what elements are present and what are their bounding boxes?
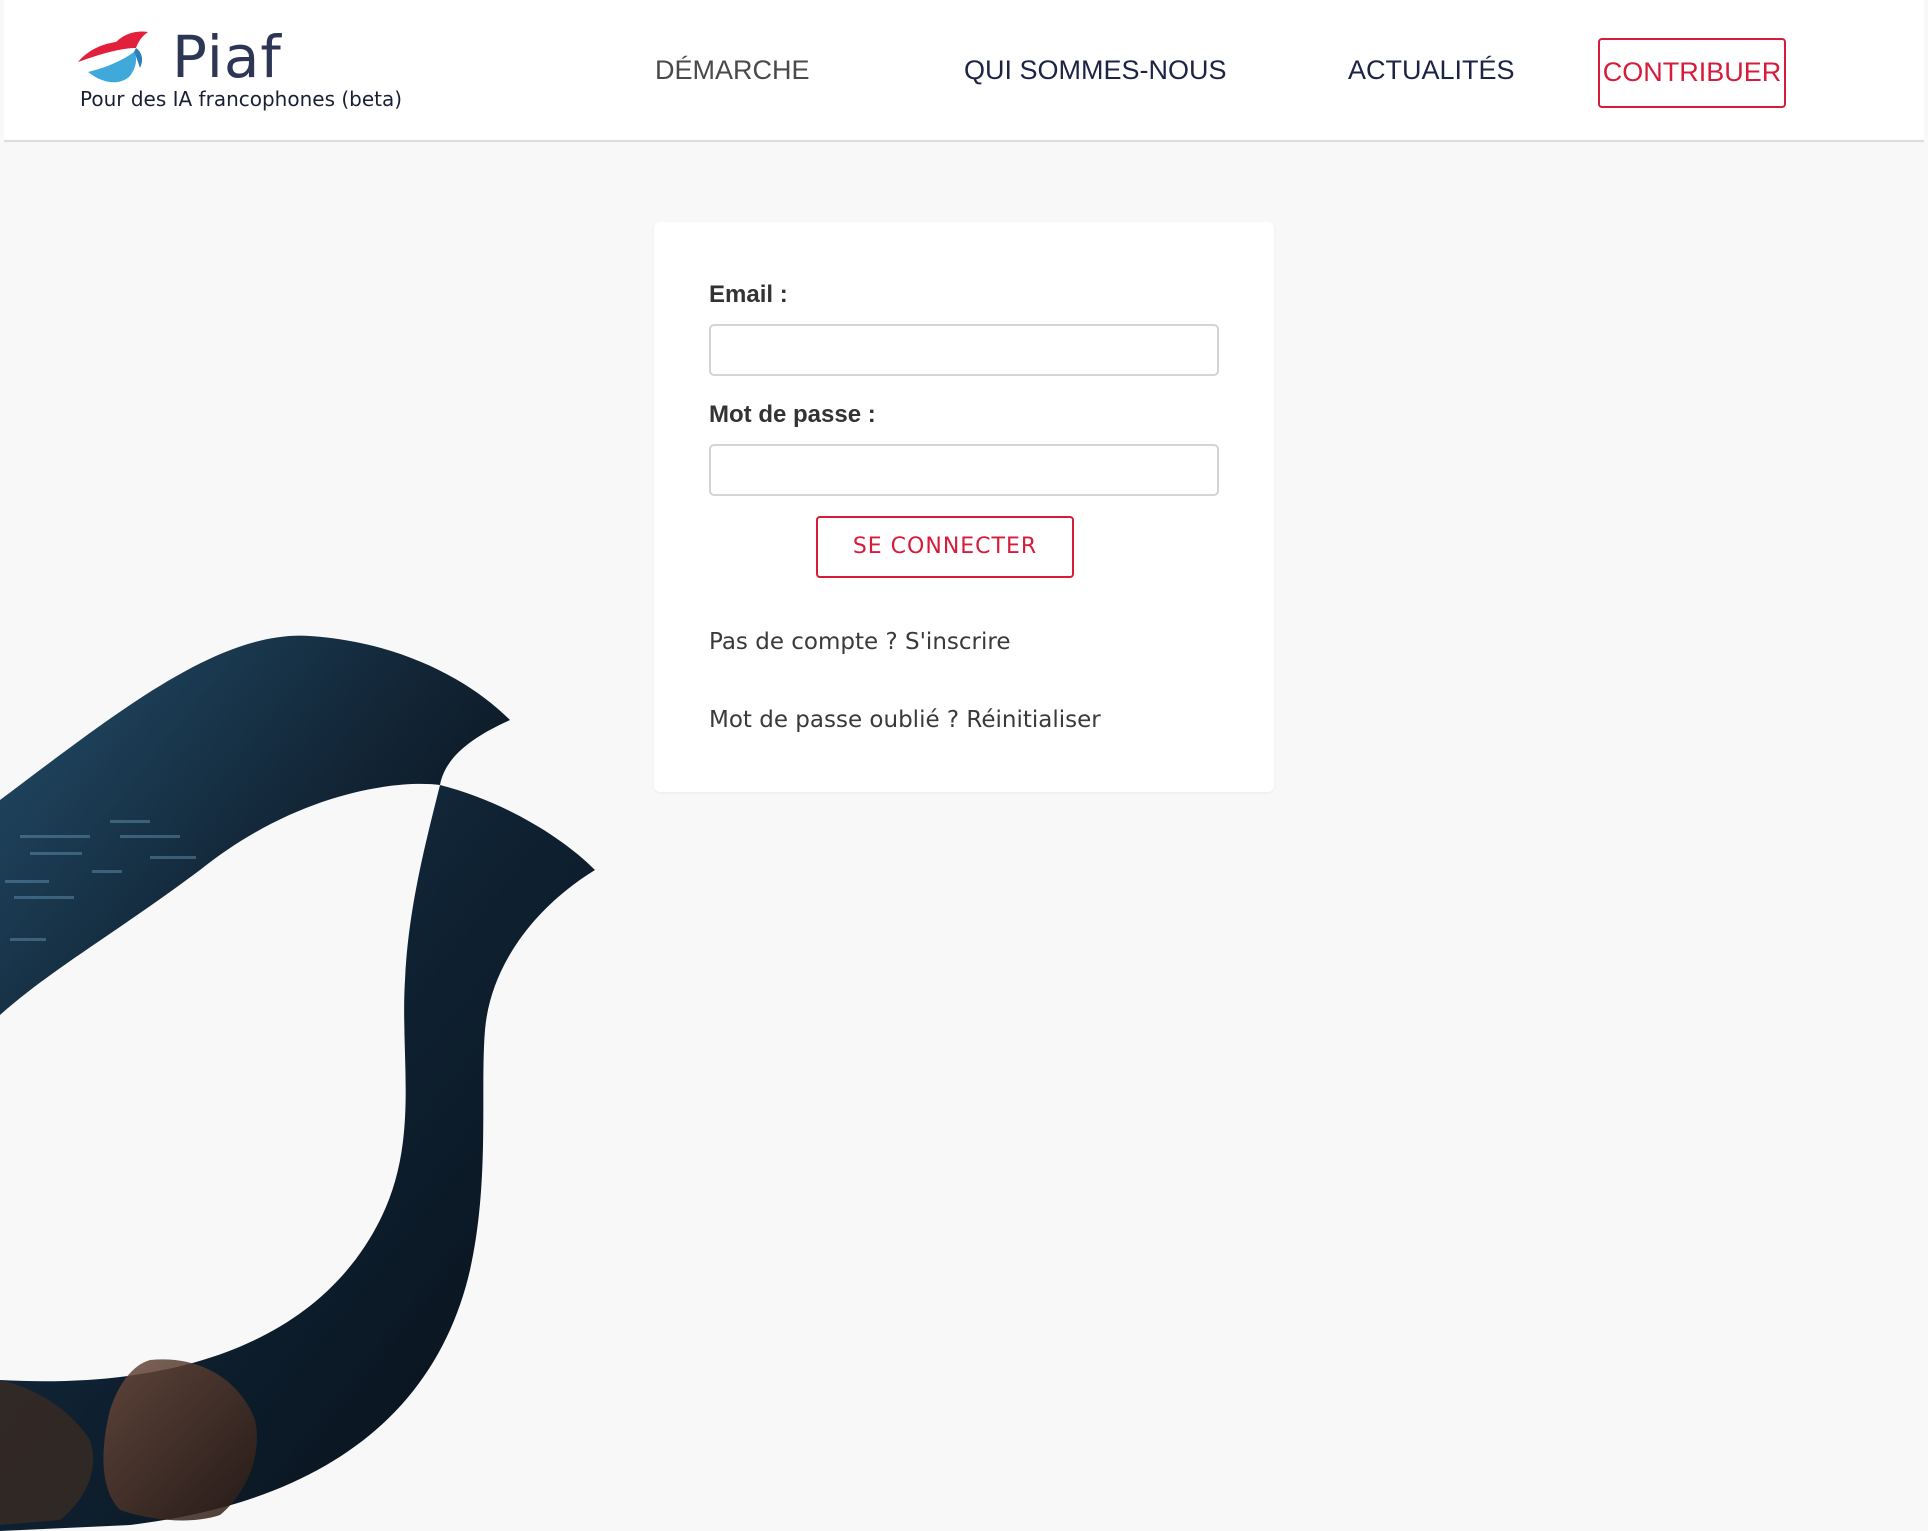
logo[interactable]: Piaf Pour des IA francophones (beta)	[76, 23, 436, 114]
logo-tagline: Pour des IA francophones (beta)	[80, 87, 403, 111]
email-field[interactable]	[709, 324, 1219, 376]
site-header: Piaf Pour des IA francophones (beta) DÉM…	[4, 0, 1924, 142]
nav-qui-sommes-nous[interactable]: QUI SOMMES-NOUS	[964, 52, 1227, 88]
signup-link[interactable]: Pas de compte ? S'inscrire	[709, 627, 1010, 657]
bird-silhouette-photo	[0, 635, 595, 1531]
nav-actualites[interactable]: ACTUALITÉS	[1348, 52, 1515, 88]
login-card: Email : Mot de passe : SE CONNECTER Pas …	[654, 222, 1274, 792]
password-field[interactable]	[709, 444, 1219, 496]
logo-wordmark: Piaf	[172, 23, 282, 91]
password-label: Mot de passe :	[709, 401, 876, 428]
nav-demarche[interactable]: DÉMARCHE	[655, 52, 810, 88]
reset-password-link[interactable]: Mot de passe oublié ? Réinitialiser	[709, 705, 1101, 735]
contribuer-button[interactable]: CONTRIBUER	[1598, 38, 1786, 108]
email-label: Email :	[709, 281, 788, 308]
se-connecter-button[interactable]: SE CONNECTER	[816, 516, 1074, 578]
bird-logo-icon	[78, 31, 148, 83]
